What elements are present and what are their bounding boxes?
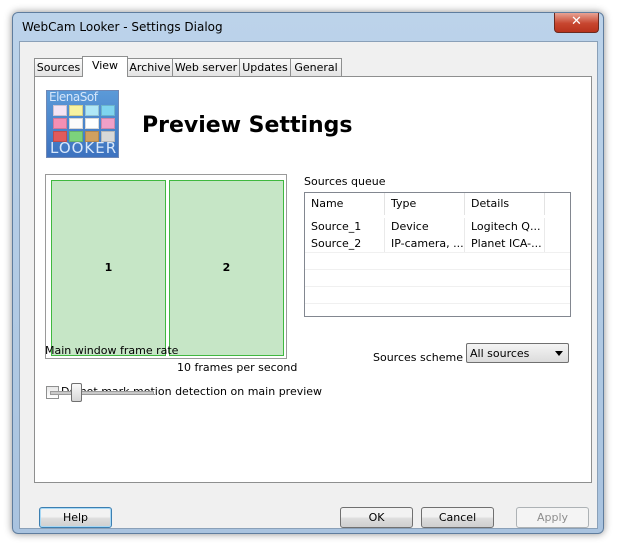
logo-tile (85, 118, 99, 129)
sources-scheme-value: All sources (470, 347, 530, 360)
table-row[interactable]: Source_2 IP-camera, ... Planet ICA-... (305, 235, 570, 252)
logo-tiles (53, 105, 115, 142)
close-button[interactable]: ✕ (554, 13, 599, 33)
sources-scheme-label: Sources scheme (373, 351, 464, 364)
cell-type: IP-camera, ... (385, 235, 465, 252)
settings-dialog: WebCam Looker - Settings Dialog ✕ Source… (12, 12, 604, 534)
frame-rate-value: 10 frames per second (177, 361, 298, 374)
logo-tile (53, 118, 67, 129)
cell-details: Planet ICA-... (465, 235, 545, 252)
logo-tile (69, 105, 83, 116)
column-header-type[interactable]: Type (385, 193, 465, 215)
cell-name: Source_2 (305, 235, 385, 252)
window-title: WebCam Looker - Settings Dialog (22, 20, 223, 34)
grid-line (305, 286, 570, 287)
page-title: Preview Settings (142, 113, 353, 138)
sources-queue-list[interactable]: Name Type Details Source_1 Device Logite… (304, 192, 571, 317)
pane-number: 2 (222, 261, 231, 274)
logo-text-top: ElenaSof (49, 90, 98, 104)
tab-web-server[interactable]: Web server (172, 58, 240, 76)
sources-queue-label: Sources queue (304, 175, 386, 188)
preview-pane-2[interactable]: 2 (169, 180, 284, 356)
grid-line (305, 269, 570, 270)
preview-pane-1[interactable]: 1 (51, 180, 166, 356)
cell-details: Logitech Q... (465, 218, 545, 235)
logo-text-bottom: LOOKER (50, 139, 118, 157)
dialog-client-area: Sources View Archive Web server Updates … (19, 41, 598, 529)
grid-line (305, 303, 570, 304)
logo-tile (69, 118, 83, 129)
button-label: OK (368, 511, 385, 524)
table-row[interactable]: Source_1 Device Logitech Q... (305, 218, 570, 235)
tab-archive[interactable]: Archive (127, 58, 173, 76)
help-button[interactable]: Help (39, 507, 112, 528)
frame-rate-label: Main window frame rate (45, 344, 179, 357)
sources-scheme-dropdown[interactable]: All sources (466, 343, 569, 363)
queue-header: Name Type Details (305, 193, 570, 215)
logo-tile (101, 105, 115, 116)
tab-label: View (91, 59, 119, 72)
tab-updates[interactable]: Updates (239, 58, 291, 76)
tab-general[interactable]: General (290, 58, 342, 76)
app-logo: ElenaSof LOOKER (46, 90, 119, 158)
ok-button[interactable]: OK (340, 507, 413, 528)
cell-type: Device (385, 218, 465, 235)
frame-rate-slider-track[interactable] (50, 391, 154, 395)
tab-label: Updates (242, 61, 288, 74)
tab-view[interactable]: View (82, 56, 128, 77)
button-label: Apply (536, 511, 569, 524)
preview-layout: 1 2 (45, 174, 287, 359)
tab-sources[interactable]: Sources (34, 58, 83, 76)
cell-name: Source_1 (305, 218, 385, 235)
pane-number: 1 (104, 261, 113, 274)
apply-button[interactable]: Apply (516, 507, 589, 528)
column-header-name[interactable]: Name (305, 193, 385, 215)
tab-label: Web server (174, 61, 238, 74)
button-label: Cancel (438, 511, 477, 524)
title-bar[interactable]: WebCam Looker - Settings Dialog ✕ (13, 13, 603, 41)
close-icon: ✕ (571, 14, 582, 29)
tab-label: Archive (129, 61, 171, 74)
cancel-button[interactable]: Cancel (421, 507, 494, 528)
button-label: Help (62, 511, 89, 524)
chevron-down-icon (555, 351, 563, 356)
tab-label: Sources (36, 61, 81, 74)
logo-tile (101, 118, 115, 129)
column-header-details[interactable]: Details (465, 193, 545, 215)
view-tab-page: ElenaSof LOOKER Preview Settings 1 2 Sou… (34, 76, 592, 483)
logo-tile (53, 105, 67, 116)
grid-line (305, 252, 570, 253)
frame-rate-slider-thumb[interactable] (70, 383, 82, 402)
tab-label: General (294, 61, 338, 74)
logo-tile (85, 105, 99, 116)
